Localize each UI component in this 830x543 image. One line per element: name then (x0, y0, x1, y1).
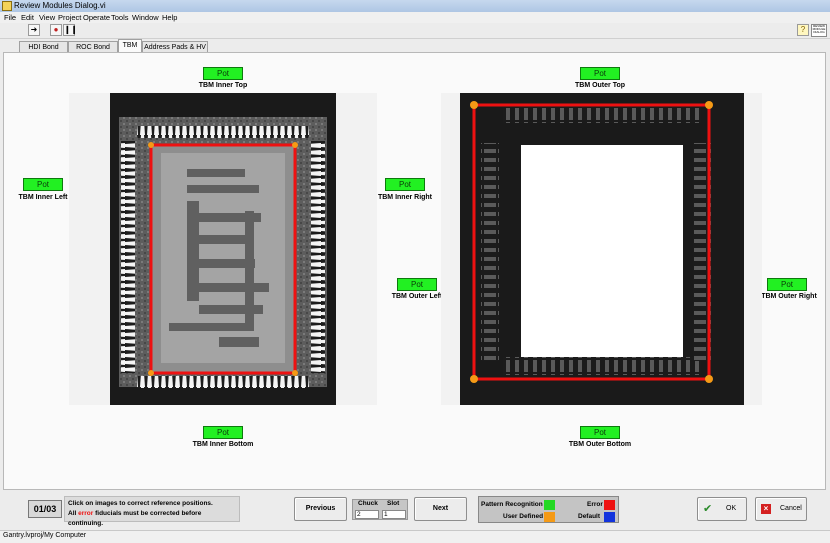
error-word: error (78, 510, 94, 517)
tbm-inner-image[interactable] (69, 93, 377, 405)
legend-user-defined-swatch (544, 512, 555, 522)
menu-project[interactable]: Project (58, 12, 81, 23)
slot-label: Slot (387, 500, 400, 507)
tab-roc-bond-pads[interactable]: ROC Bond Pads (68, 41, 118, 62)
label-inner-bottom: TBM Inner Bottom (192, 441, 254, 448)
menu-view[interactable]: View (39, 12, 55, 23)
pot-indicator-inner-right: Pot (385, 178, 425, 191)
label-outer-right: TBM Outer Right (761, 293, 817, 300)
label-outer-top: TBM Outer Top (574, 82, 626, 89)
instruction-box: Click on images to correct reference pos… (64, 496, 240, 527)
tbm-outer-image[interactable] (441, 93, 762, 405)
ok-label: OK (726, 505, 737, 512)
legend-default-swatch (604, 512, 615, 522)
pot-indicator-outer-top: Pot (580, 67, 620, 80)
label-inner-right: TBM Inner Right (377, 194, 433, 201)
pot-indicator-outer-bottom: Pot (580, 426, 620, 439)
abort-icon[interactable]: ● (50, 24, 62, 36)
instruction-line-1: Click on images to correct reference pos… (68, 500, 213, 507)
project-path: Gantry.lvproj/My Computer (3, 532, 87, 539)
tab-hdi-bond-pads[interactable]: HDI Bond Pads (19, 41, 68, 62)
legend-box: Pattern Recognition User Defined Error D… (478, 496, 619, 523)
title-bar: Review Modules Dialog.vi (0, 0, 830, 12)
next-button[interactable]: Next (414, 497, 467, 521)
menu-edit[interactable]: Edit (21, 12, 34, 23)
run-arrow-icon[interactable]: ➜ (28, 24, 40, 36)
menu-help[interactable]: Help (162, 12, 177, 23)
legend-user-defined: User Defined (503, 513, 544, 520)
legend-default: Default (578, 513, 601, 520)
help-icon[interactable]: ? (797, 24, 809, 36)
tab-tbm[interactable]: TBM (118, 39, 142, 52)
cancel-button[interactable]: × Cancel (755, 497, 807, 521)
label-inner-top: TBM Inner Top (198, 82, 248, 89)
close-icon: × (761, 504, 771, 514)
pot-indicator-inner-top: Pot (203, 67, 243, 80)
pot-indicator-outer-left: Pot (397, 278, 437, 291)
menu-file[interactable]: File (4, 12, 16, 23)
pot-indicator-inner-left: Pot (23, 178, 63, 191)
toolbar: ➜ ● ❙❙ ? REVIEW MODULE DIALOG (0, 23, 830, 39)
pot-indicator-inner-bottom: Pot (203, 426, 243, 439)
menu-tools[interactable]: Tools (111, 12, 129, 23)
ok-button[interactable]: ✔ OK (697, 497, 747, 521)
pause-icon[interactable]: ❙❙ (63, 24, 77, 36)
chuck-label: Chuck (358, 500, 378, 507)
chuck-field[interactable]: 2 (355, 510, 379, 519)
pot-indicator-outer-right: Pot (767, 278, 807, 291)
chuck-slot-box: Chuck Slot 2 1 (352, 499, 408, 520)
status-bar: Gantry.lvproj/My Computer (0, 530, 830, 543)
page-indicator: 01/03 (28, 500, 62, 518)
tab-strip: HDI Bond Pads ROC Bond Pads TBM Address … (0, 38, 830, 62)
menu-operate[interactable]: Operate (83, 12, 110, 23)
checkmark-icon: ✔ (703, 503, 713, 515)
bottom-bar: 01/03 Click on images to correct referen… (0, 490, 830, 530)
legend-pattern-recognition-swatch (544, 500, 555, 510)
vi-icon: REVIEW MODULE DIALOG (811, 24, 827, 37)
previous-button[interactable]: Previous (294, 497, 347, 521)
window-title: Review Modules Dialog.vi (14, 1, 106, 10)
slot-field[interactable]: 1 (382, 510, 406, 519)
label-outer-bottom: TBM Outer Bottom (568, 441, 632, 448)
menu-window[interactable]: Window (132, 12, 159, 23)
tab-address-pads-hv[interactable]: Address Pads & HV (142, 41, 208, 52)
cancel-label: Cancel (780, 505, 802, 512)
legend-error: Error (587, 501, 603, 508)
legend-error-swatch (604, 500, 615, 510)
app-icon (2, 1, 12, 11)
menu-bar: File Edit View Project Operate Tools Win… (0, 12, 830, 23)
legend-pattern-recognition: Pattern Recognition (481, 501, 543, 508)
instruction-line-2: All error fiducials must be corrected be… (68, 510, 202, 527)
